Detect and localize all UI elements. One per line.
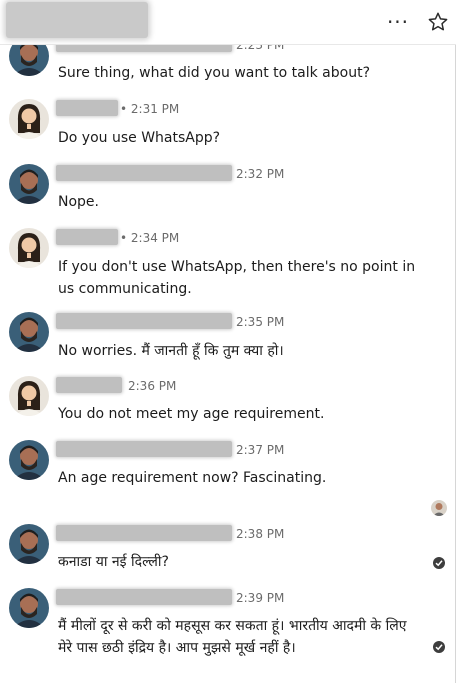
avatar-man[interactable] bbox=[9, 312, 49, 352]
sender-name-redacted bbox=[56, 229, 118, 245]
avatar-woman[interactable] bbox=[9, 228, 49, 268]
avatar-man[interactable] bbox=[9, 588, 49, 628]
message-text: No worries. मैं जानती हूँ कि तुम क्या हो… bbox=[58, 343, 284, 359]
message-text: कनाडा या नई दिल्ली? bbox=[58, 554, 169, 570]
avatar-man[interactable] bbox=[9, 440, 49, 480]
avatar-woman[interactable] bbox=[9, 99, 49, 139]
message-time: 2:35 PM bbox=[236, 315, 285, 329]
message-text: Do you use WhatsApp? bbox=[58, 130, 221, 146]
message-text: मैं मीलों दूर से करी को महसूस कर सकता हू… bbox=[58, 618, 407, 656]
delivered-check-icon bbox=[433, 641, 445, 653]
message-time: 2:39 PM bbox=[236, 591, 285, 605]
message-text: An age requirement now? Fascinating. bbox=[58, 470, 327, 486]
avatar-man[interactable] bbox=[9, 524, 49, 564]
message-time: 2:36 PM bbox=[128, 379, 177, 393]
sender-name-redacted bbox=[56, 165, 232, 181]
message-text: Sure thing, what did you want to talk ab… bbox=[58, 65, 370, 81]
sender-name-redacted bbox=[56, 377, 122, 393]
avatar-woman[interactable] bbox=[9, 376, 49, 416]
more-options-button[interactable]: ··· bbox=[384, 8, 412, 36]
sender-name-redacted bbox=[56, 525, 232, 541]
chat-title-redacted bbox=[6, 2, 148, 38]
chat-header: ··· bbox=[0, 0, 456, 45]
message-text: Nope. bbox=[58, 194, 99, 210]
message-list[interactable]: 2:23 PM Sure thing, what did you want to… bbox=[0, 0, 456, 683]
delivered-check-icon bbox=[433, 557, 445, 569]
chat-window: 2:23 PM Sure thing, what did you want to… bbox=[0, 0, 456, 683]
sender-name-redacted bbox=[56, 100, 118, 116]
sender-name-redacted bbox=[56, 589, 232, 605]
sender-name-redacted bbox=[56, 313, 232, 329]
sender-name-redacted bbox=[56, 441, 232, 457]
read-receipt-avatar bbox=[431, 500, 447, 516]
message-text: You do not meet my age requirement. bbox=[58, 406, 325, 422]
message-time: • 2:34 PM bbox=[120, 231, 180, 245]
avatar-man[interactable] bbox=[9, 164, 49, 204]
favorite-button[interactable] bbox=[424, 8, 452, 36]
star-icon bbox=[428, 12, 448, 31]
message-time: 2:38 PM bbox=[236, 527, 285, 541]
message-time: 2:32 PM bbox=[236, 167, 285, 181]
message-time: • 2:31 PM bbox=[120, 102, 180, 116]
message-time: 2:37 PM bbox=[236, 443, 285, 457]
more-icon: ··· bbox=[386, 10, 410, 34]
message-text: If you don't use WhatsApp, then there's … bbox=[58, 259, 416, 297]
